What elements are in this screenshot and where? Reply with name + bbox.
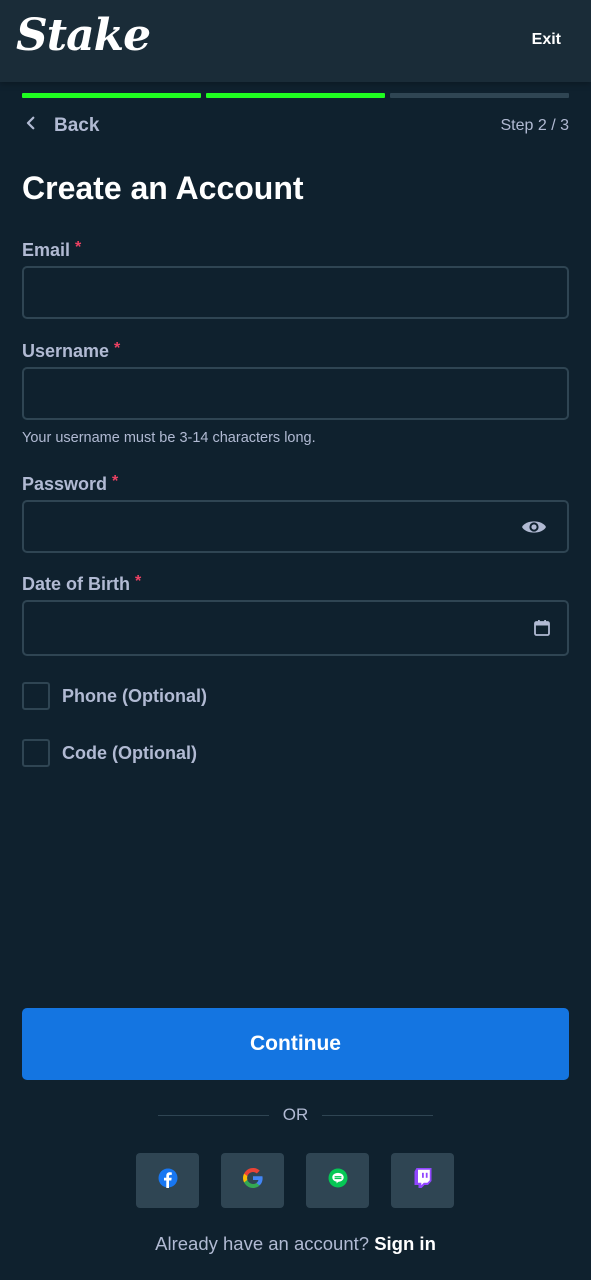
code-optional-option[interactable]: Code (Optional) [22,739,197,767]
social-login-buttons [136,1153,454,1208]
twitch-login-button[interactable] [391,1153,454,1208]
top-bar: Stake Exit [0,0,591,82]
required-marker: * [112,473,119,490]
continue-button[interactable]: Continue [22,1008,569,1080]
username-label-text: Username [22,341,110,361]
code-checkbox-label: Code (Optional) [62,742,197,763]
username-field-container [22,367,569,420]
line-icon [328,1168,348,1193]
signin-prompt: Already have an account? Sign in [0,1233,591,1255]
email-input[interactable] [24,268,567,317]
step-indicator: Step 2 / 3 [500,117,570,134]
divider-line [322,1114,433,1116]
password-input[interactable] [24,502,567,551]
progress-segment-3 [390,93,569,98]
required-marker: * [135,573,142,590]
facebook-login-button[interactable] [136,1153,199,1208]
password-field-container [22,500,569,553]
facebook-icon [158,1168,178,1193]
twitch-icon [414,1168,432,1193]
signin-prompt-text: Already have an account? [155,1233,370,1254]
or-divider: OR [158,1104,433,1126]
back-button[interactable]: Back [22,113,99,139]
back-label: Back [54,115,100,136]
email-label: Email * [22,239,81,261]
code-checkbox[interactable] [22,739,50,767]
eye-icon[interactable] [521,518,547,536]
required-marker: * [75,239,82,256]
email-label-text: Email [22,240,71,260]
exit-button[interactable]: Exit [532,31,561,49]
google-login-button[interactable] [221,1153,284,1208]
phone-checkbox[interactable] [22,682,50,710]
username-label: Username * [22,340,120,362]
line-login-button[interactable] [306,1153,369,1208]
dob-label-text: Date of Birth [22,574,130,594]
dob-label: Date of Birth * [22,573,141,595]
required-marker: * [114,340,121,357]
stake-logo[interactable]: Stake [16,10,151,61]
progress-segment-1 [22,93,201,98]
page-title: Create an Account [22,170,304,206]
chevron-left-icon [22,114,40,138]
email-field-container [22,266,569,319]
google-icon [242,1168,263,1193]
dob-input[interactable] [24,602,567,654]
phone-optional-option[interactable]: Phone (Optional) [22,682,207,710]
calendar-icon[interactable] [533,619,551,637]
password-label: Password * [22,473,118,495]
username-hint: Your username must be 3-14 characters lo… [22,430,316,446]
step-progress-bar [22,93,569,98]
progress-segment-2 [206,93,385,98]
signin-link[interactable]: Sign in [374,1233,436,1254]
dob-field-container [22,600,569,656]
username-input[interactable] [24,369,567,418]
or-label: OR [282,1105,309,1124]
phone-checkbox-label: Phone (Optional) [62,685,207,706]
password-label-text: Password [22,474,108,494]
divider-line [158,1114,269,1116]
